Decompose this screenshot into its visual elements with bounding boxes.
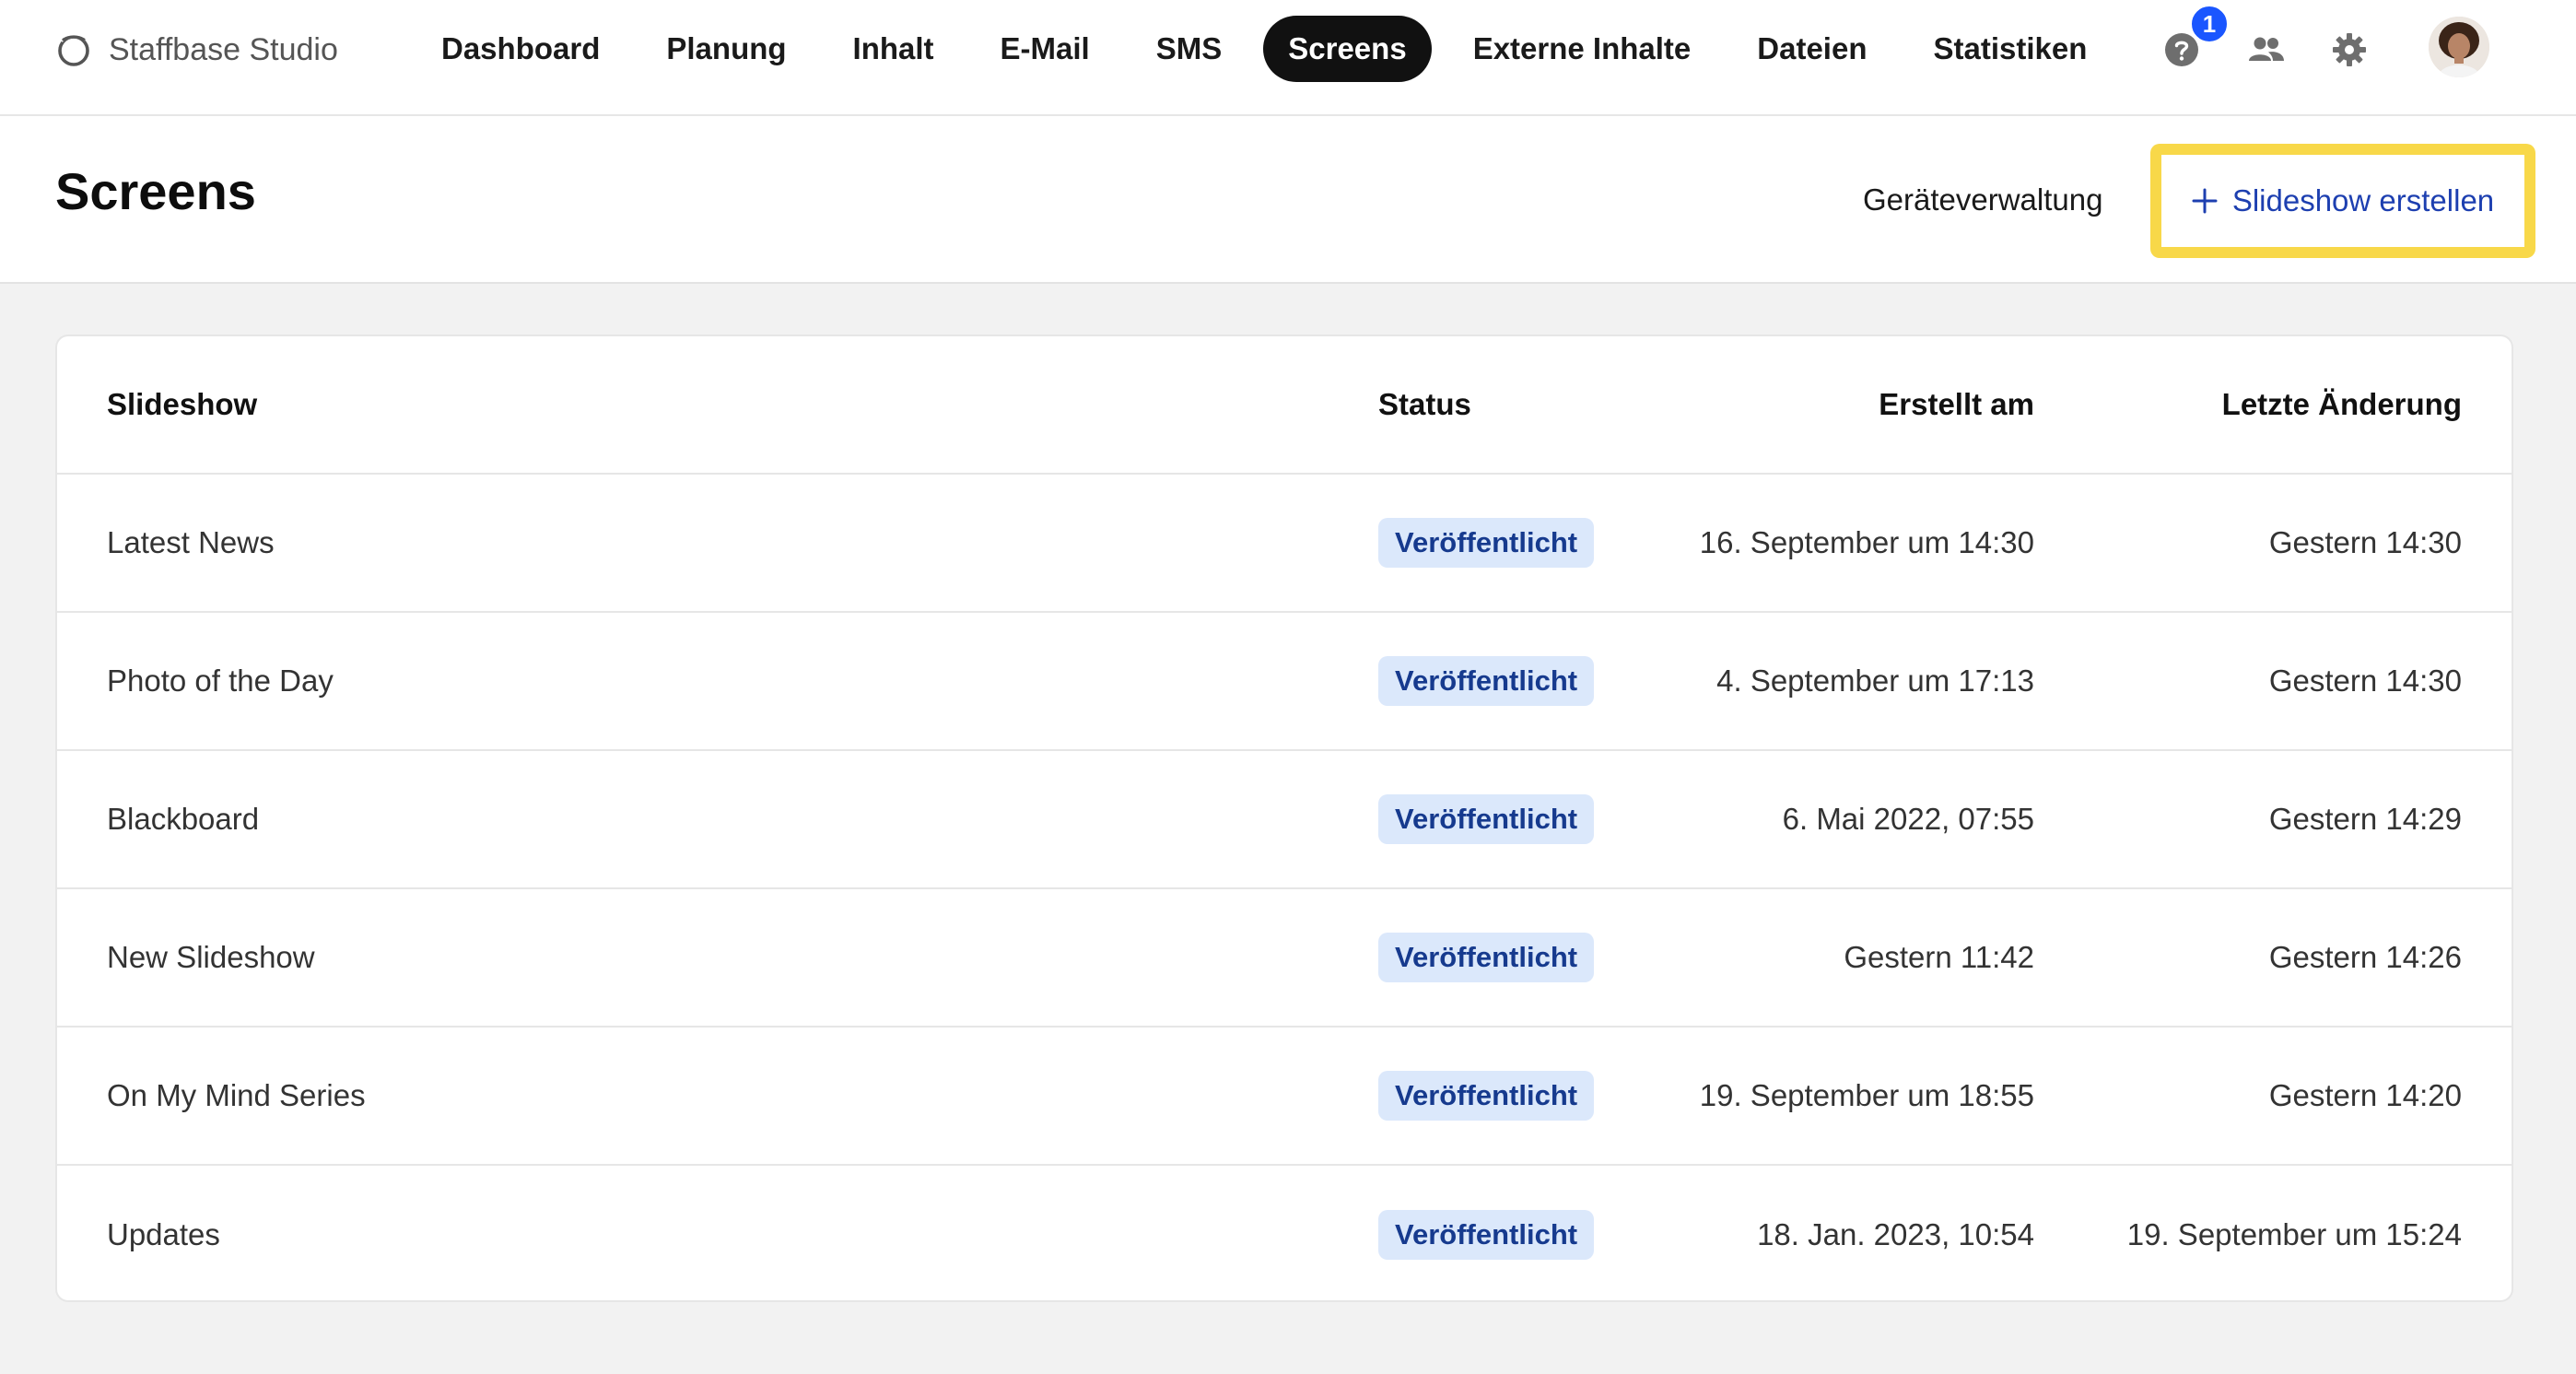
status-cell: Veröffentlicht — [1378, 613, 1595, 749]
column-header-slideshow[interactable]: Slideshow — [107, 336, 257, 473]
table-row[interactable]: Latest News Veröffentlicht 16. September… — [57, 475, 2512, 613]
status-cell: Veröffentlicht — [1378, 1028, 1595, 1164]
status-badge: Veröffentlicht — [1378, 518, 1595, 568]
users-button[interactable] — [2241, 24, 2292, 76]
slideshow-name[interactable]: Blackboard — [107, 751, 259, 887]
status-badge: Veröffentlicht — [1378, 1071, 1595, 1121]
create-slideshow-highlight: Slideshow erstellen — [2150, 144, 2535, 258]
created-date: 6. Mai 2022, 07:55 — [1782, 802, 2034, 836]
page-header: Screens Geräteverwaltung Slideshow erste… — [0, 116, 2576, 284]
table-row[interactable]: Photo of the Day Veröffentlicht 4. Septe… — [57, 613, 2512, 751]
status-cell: Veröffentlicht — [1378, 1166, 1595, 1300]
avatar[interactable] — [2429, 17, 2489, 77]
status-cell: Veröffentlicht — [1378, 751, 1595, 887]
create-slideshow-button[interactable]: Slideshow erstellen — [2161, 155, 2524, 247]
table-row[interactable]: On My Mind Series Veröffentlicht 19. Sep… — [57, 1028, 2512, 1166]
table-row[interactable]: Updates Veröffentlicht 18. Jan. 2023, 10… — [57, 1166, 2512, 1300]
slideshow-name[interactable]: Latest News — [107, 475, 275, 611]
created-date: 16. September um 14:30 — [1699, 525, 2034, 559]
notification-badge: 1 — [2189, 4, 2230, 44]
last-changed-date: Gestern 14:26 — [2268, 940, 2462, 974]
page-title: Screens — [55, 162, 256, 220]
last-changed-date: 19. September um 15:24 — [2126, 1217, 2462, 1251]
table-row[interactable]: New Slideshow Veröffentlicht Gestern 11:… — [57, 889, 2512, 1028]
nav-item-inhalt[interactable]: Inhalt — [828, 16, 959, 82]
slideshow-name[interactable]: On My Mind Series — [107, 1028, 366, 1164]
last-changed-date: Gestern 14:30 — [2268, 525, 2462, 559]
nav-item-sms[interactable]: SMS — [1131, 16, 1247, 82]
device-management-link[interactable]: Geräteverwaltung — [1863, 182, 2102, 217]
top-navigation-bar: Staffbase Studio Dashboard Planung Inhal… — [0, 0, 2576, 116]
slideshow-name[interactable]: Photo of the Day — [107, 613, 334, 749]
status-cell: Veröffentlicht — [1378, 475, 1595, 611]
table-row[interactable]: Blackboard Veröffentlicht 6. Mai 2022, 0… — [57, 751, 2512, 889]
brand[interactable]: Staffbase Studio — [55, 0, 338, 100]
slideshow-name[interactable]: New Slideshow — [107, 889, 315, 1026]
last-changed-date: Gestern 14:20 — [2268, 1078, 2462, 1112]
brand-name: Staffbase Studio — [109, 31, 338, 67]
status-badge: Veröffentlicht — [1378, 933, 1595, 982]
column-header-created[interactable]: Erstellt am — [1879, 336, 2034, 473]
created-date: 19. September um 18:55 — [1699, 1078, 2034, 1112]
status-badge: Veröffentlicht — [1378, 656, 1595, 706]
status-cell: Veröffentlicht — [1378, 889, 1595, 1026]
nav-item-email[interactable]: E-Mail — [976, 16, 1115, 82]
slideshow-name[interactable]: Updates — [107, 1166, 220, 1300]
nav-item-externe-inhalte[interactable]: Externe Inhalte — [1448, 16, 1716, 82]
user-avatar-icon — [2429, 17, 2489, 77]
nav-item-statistiken[interactable]: Statistiken — [1908, 16, 2112, 82]
table-header-row: Slideshow Status Erstellt am Letzte Ände… — [57, 336, 2512, 475]
created-date: 4. September um 17:13 — [1716, 664, 2034, 698]
nav-item-planung[interactable]: Planung — [641, 16, 811, 82]
nav-item-screens[interactable]: Screens — [1263, 16, 1432, 82]
status-badge: Veröffentlicht — [1378, 1210, 1595, 1260]
create-slideshow-label: Slideshow erstellen — [2231, 183, 2495, 217]
gear-icon — [2333, 33, 2366, 66]
nav-item-dashboard[interactable]: Dashboard — [416, 16, 625, 82]
status-badge: Veröffentlicht — [1378, 794, 1595, 844]
last-changed-date: Gestern 14:30 — [2268, 664, 2462, 698]
created-date: Gestern 11:42 — [1844, 940, 2034, 974]
staffbase-logo-icon — [58, 33, 89, 66]
plus-icon — [2192, 188, 2218, 214]
main-nav: Dashboard Planung Inhalt E-Mail SMS Scre… — [416, 16, 2128, 82]
people-icon — [2249, 37, 2284, 61]
column-header-status[interactable]: Status — [1378, 336, 1471, 473]
created-date: 18. Jan. 2023, 10:54 — [1757, 1217, 2034, 1251]
slideshow-table: Slideshow Status Erstellt am Letzte Ände… — [55, 335, 2513, 1302]
settings-button[interactable] — [2324, 24, 2375, 76]
column-header-last-changed[interactable]: Letzte Änderung — [2222, 336, 2462, 473]
last-changed-date: Gestern 14:29 — [2268, 802, 2462, 836]
nav-item-dateien[interactable]: Dateien — [1732, 16, 1891, 82]
